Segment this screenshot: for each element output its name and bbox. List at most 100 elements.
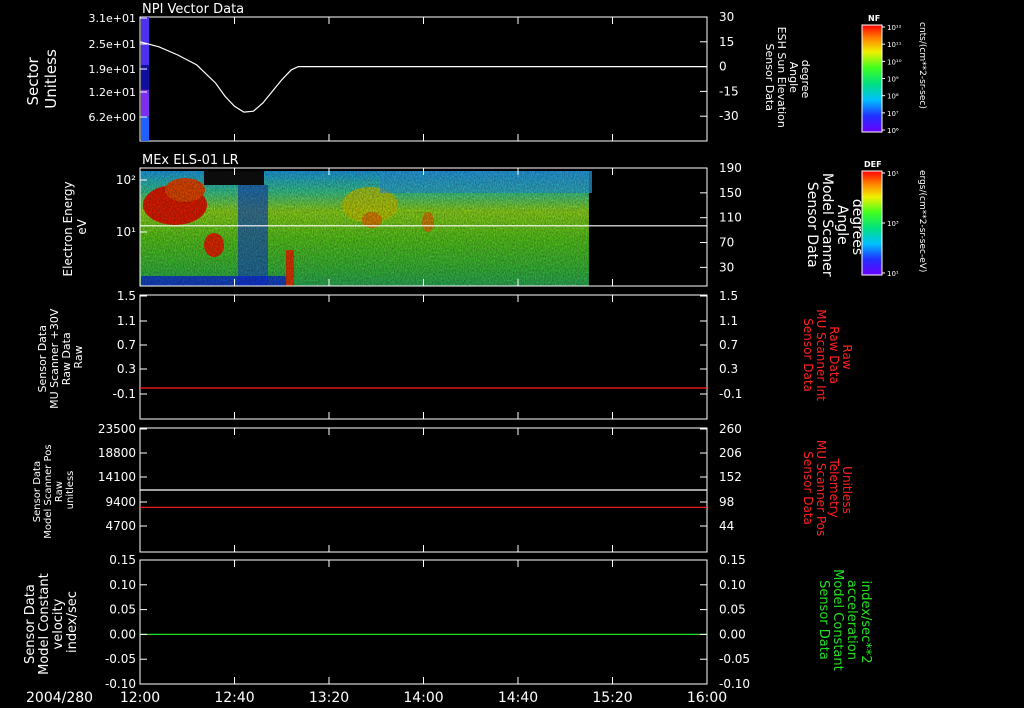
right-tick-label: 150 <box>719 186 742 200</box>
colorbar-tick-label: 10¹² <box>887 24 902 32</box>
left-tick-label: 10¹ <box>116 225 136 239</box>
left-tick-label: 10² <box>116 173 136 187</box>
time-tick-label: 12:00 <box>120 690 160 706</box>
colorbar-tick-label: 10³ <box>887 220 899 228</box>
right-tick-label: 70 <box>719 236 734 250</box>
left-tick-label: -0.1 <box>113 387 136 401</box>
left-tick-label: 1.5 <box>117 289 136 303</box>
colorbar-tick-label: 10⁶ <box>887 127 899 135</box>
multi-panel-plot: NPI Vector Data 3.1e+01 2.5e+01 1.9e+01 1.2… <box>23 2 927 706</box>
colorbar-tick-label: 10⁸ <box>887 93 899 101</box>
left-tick-label: 1.9e+01 <box>89 63 136 76</box>
panel-3-right-ticks: 1.5 1.1 0.7 0.3 -0.1 <box>700 289 742 401</box>
left-tick-label: 14100 <box>98 470 136 484</box>
panel-1-ylabel-right: Sensor Data ESH Sun Elevation Angle degr… <box>763 27 812 132</box>
sector-bar-segment <box>141 17 149 65</box>
left-tick-label: 0.15 <box>109 553 136 567</box>
left-tick-label: 18800 <box>98 446 136 460</box>
right-tick-label: 110 <box>719 211 742 225</box>
time-tick-label: 16:00 <box>687 690 727 706</box>
right-tick-label: -30 <box>719 109 739 123</box>
colorbar-nf: NF 10¹² 10¹¹ 10¹⁰ 10⁹ 10⁸ 10⁷ 10⁶ cnts/(cm**2-… <box>861 14 927 135</box>
panel-2-title: MEx ELS-01 LR <box>142 153 239 168</box>
colorbar-def-scale <box>861 170 883 276</box>
right-tick-label: 15 <box>719 35 734 49</box>
sector-bar-segment <box>141 89 149 117</box>
left-tick-label: 2.5e+01 <box>89 38 136 51</box>
time-tick-label: 14:00 <box>403 690 443 706</box>
series-line <box>139 41 707 113</box>
panel-2-right-ticks: 190 150 110 70 30 <box>700 161 742 274</box>
left-tick-label: 1.2e+01 <box>89 86 136 99</box>
right-tick-label: 98 <box>719 495 734 509</box>
panel-4-right-ticks: 260 206 152 98 44 <box>700 422 742 533</box>
right-tick-label: -0.1 <box>719 387 742 401</box>
colorbar-def-label: DEF <box>864 160 882 169</box>
panel-5-frame <box>139 559 708 685</box>
panel-mu-scanner-raw: 1.5 1.1 0.7 0.3 -0.1 1.5 1.1 0.7 0.3 -0.1 Sensor… <box>36 289 854 420</box>
right-tick-label: 30 <box>719 10 734 24</box>
panel-1-left-ticks: 3.1e+01 2.5e+01 1.9e+01 1.2e+01 6.2e+00 <box>89 12 147 124</box>
colorbar-tick-label: 10¹ <box>887 170 899 178</box>
panel-3-ylabel-right: Sensor Data MU Scanner Int Raw Data Raw <box>801 309 854 405</box>
panel-1-right-ticks: 30 15 0 -15 -30 <box>700 10 739 123</box>
scanner-position-series <box>140 489 707 508</box>
right-tick-label: 0.15 <box>719 553 746 567</box>
colorbar-tick-label: 10¹ <box>887 270 899 278</box>
right-tick-label: -15 <box>719 84 739 98</box>
right-tick-label: 206 <box>719 446 742 460</box>
colorbar-tick-label: 10⁷ <box>887 110 899 118</box>
right-tick-label: 0.3 <box>719 362 738 376</box>
right-tick-label: 1.1 <box>719 314 738 328</box>
right-tick-label: 0.00 <box>719 627 746 641</box>
colorbar-def-unit: ergs/(cm**2-sr-sec-eV) <box>917 170 927 272</box>
left-tick-label: 23500 <box>98 422 136 436</box>
time-tick-label: 13:20 <box>309 690 349 706</box>
panel-2-ylabel-left: Electron Energy eV <box>61 178 89 277</box>
colorbar-tick-label: 10⁹ <box>887 76 899 84</box>
panel-5-ylabel-left: Sensor Data Model Constant velocity inde… <box>23 569 80 675</box>
panel-1-title: NPI Vector Data <box>142 2 244 17</box>
time-tick-label: 12:40 <box>214 690 254 706</box>
left-tick-label: 0.05 <box>109 603 136 617</box>
right-tick-label: 190 <box>719 161 742 175</box>
left-tick-label: 0.7 <box>117 338 136 352</box>
left-tick-label: 3.1e+01 <box>89 12 136 25</box>
right-tick-label: -0.05 <box>719 652 750 666</box>
panel-npi-vector: NPI Vector Data 3.1e+01 2.5e+01 1.9e+01 1.2… <box>24 2 812 142</box>
panel-5-left-ticks: 0.15 0.10 0.05 0.00 -0.05 -0.10 <box>105 553 147 691</box>
spectrogram-noise <box>140 171 589 286</box>
panel-2-ylabel-right: Sensor Data Model Scanner Angle degrees <box>804 173 865 281</box>
left-tick-label: -0.10 <box>105 677 136 691</box>
right-tick-label: -0.10 <box>719 677 750 691</box>
panel-5-right-ticks: 0.15 0.10 0.05 0.00 -0.05 -0.10 <box>700 553 750 691</box>
right-tick-label: 30 <box>719 260 734 274</box>
panel-model-constant: 0.150.100.050.00-0.05-0.10 0.150.100.050… <box>23 553 873 691</box>
panel-3-left-ticks: 1.5 1.1 0.7 0.3 -0.1 <box>113 289 147 401</box>
panel-3-ylabel-left: Sensor Data MU Scanner +30V Raw Data Raw <box>36 305 85 409</box>
time-tick-label: 14:40 <box>498 690 538 706</box>
time-axis-ticks: 12:00 12:40 13:20 14:00 14:40 15:20 16:00 <box>120 17 727 706</box>
right-tick-label: 0 <box>719 60 727 74</box>
right-tick-label: 44 <box>719 519 734 533</box>
left-tick-label: -0.05 <box>105 652 136 666</box>
panel-scanner-position: 23500 18800 14100 9400 4700 260 206 152 98 44 Se… <box>32 422 854 553</box>
time-tick-label: 15:20 <box>592 690 632 706</box>
left-tick-label: 1.1 <box>117 314 136 328</box>
right-tick-label: 152 <box>719 470 742 484</box>
right-tick-label: 0.10 <box>719 578 746 592</box>
panel-1-frame <box>139 16 708 142</box>
right-tick-label: 0.7 <box>719 338 738 352</box>
colorbar-nf-ticks: 10¹² 10¹¹ 10¹⁰ 10⁹ 10⁸ 10⁷ 10⁶ <box>882 24 902 135</box>
left-tick-label: 0.00 <box>109 627 136 641</box>
right-tick-label: 1.5 <box>719 289 738 303</box>
left-tick-label: 0.3 <box>117 362 136 376</box>
panel-1-ylabel-left: Sector Unitless <box>24 49 60 109</box>
colorbar-def-ticks: 10¹ 10³ 10¹ <box>882 170 899 278</box>
sector-color-bar <box>141 17 149 141</box>
colorbar-tick-label: 10¹¹ <box>887 41 902 49</box>
left-tick-label: 4700 <box>105 519 136 533</box>
right-tick-label: 260 <box>719 422 742 436</box>
panel-3-frame <box>139 294 708 420</box>
panel-4-ylabel-left: Sensor Data Model Scanner Pos Raw unitle… <box>32 441 76 538</box>
